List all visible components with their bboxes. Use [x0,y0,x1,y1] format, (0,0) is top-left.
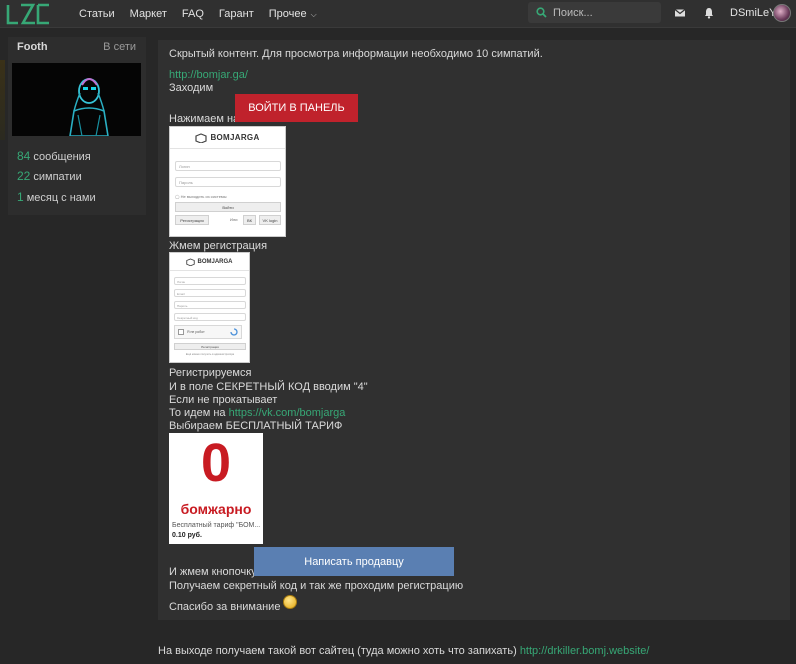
tile-brand: бомжарно [180,501,252,517]
nav-other[interactable]: Прочее ⌵ [269,8,332,20]
text-choose: Выбираем БЕСПЛАТНЫЙ ТАРИФ [169,420,343,432]
tile-description: Бесплатный тариф "БОМ... [172,522,261,529]
text-register: Жмем регистрация [169,240,268,252]
shot1-register-button: Регистрация [175,215,209,225]
shot1-brand: BOMJARGA [210,133,260,142]
shot1-header: BOMJARGA [170,127,285,149]
text-press-on: Нажимаем на [169,113,240,125]
link-bomjar[interactable]: http://bomjar.ga/ [169,69,248,81]
main-nav: Статьи Маркет FAQ Гарант Прочее ⌵ [79,0,347,28]
search-box[interactable] [528,2,661,23]
post-content: Скрытый контент. Для просмотра информаци… [158,40,790,620]
shot2-field-label: Секретный код [177,316,198,320]
nav-articles[interactable]: Статьи [79,8,115,20]
search-icon [536,7,547,18]
tile-zero: 0 [200,433,232,493]
shot1-vk-button: ВК [243,215,256,225]
checkbox-icon [178,329,184,335]
stat-messages-label: сообщения [33,151,91,163]
write-seller-button[interactable]: Написать продавцу [254,547,454,576]
shot1-remember: ◯ Не выходить из системы [175,194,227,199]
shot2-brand: BOMJARGA [197,258,233,265]
online-status: В сети [103,41,136,53]
text-thanks: Спасибо за внимание [169,601,281,613]
shot1-password-field: Пароль [175,177,281,187]
stat-messages-count: 84 [17,149,31,163]
nav-faq[interactable]: FAQ [182,8,204,20]
shot2-field: Email [174,289,246,297]
username[interactable]: DSmiLeY [730,7,776,19]
shot2-field-label: Пароль [177,304,188,308]
stat-membership: 1 месяц с нами [17,190,96,204]
login-screenshot[interactable]: BOMJARGA Логин Пароль ◯ Не выходить из с… [169,126,286,237]
text-goto-label: То идем на [169,407,226,419]
stat-likes[interactable]: 22 симпатии [17,169,82,183]
box-logo-icon [186,258,196,266]
shot2-field-label: Email [177,292,185,296]
shot1-enter-button: Войти [175,202,281,212]
author-name[interactable]: Footh [17,41,48,53]
panel-login-button[interactable]: ВОЙТИ В ПАНЕЛЬ [235,94,358,122]
shot1-login-field: Логин [175,161,281,171]
shot2-footer: Ещё можно получить в администратора [185,353,235,356]
text-fail: Если не прокатывает [169,394,278,406]
register-screenshot[interactable]: BOMJARGA Логин Email Пароль Секретный ко… [169,252,250,363]
top-navbar: Статьи Маркет FAQ Гарант Прочее⌵ DSmiLeY [0,0,796,28]
chevron-down-icon: ⌵ [310,10,317,19]
site-logo[interactable] [6,3,50,25]
shot1-password-label: Пароль [179,180,193,185]
author-avatar[interactable] [12,63,141,136]
free-plan-tile[interactable]: 0 бомжарно Бесплатный тариф "БОМ... 0.10… [169,433,263,544]
footer-text: На выходе получаем такой вот сайтец (туд… [158,645,517,657]
stat-likes-count: 22 [17,169,31,183]
tile-price: 0.10 руб. [172,532,202,539]
shot2-captcha-label: Я не робот [187,330,205,334]
shot1-vklogin-button: VK login [259,215,281,225]
smile-emoji-icon [283,595,297,609]
user-avatar[interactable] [773,4,791,22]
shot1-login-label: Логин [179,164,190,169]
stat-membership-count: 1 [17,190,24,204]
text-get-code: Получаем секретный код и так же проходим… [169,580,464,592]
text-enter: Заходим [169,82,214,94]
shot2-field: Пароль [174,301,246,309]
text-press-button: И жмем кнопочку [169,566,257,578]
shot2-submit: Регистрация [174,343,246,350]
text-registering: Регистрируемся [169,367,252,379]
shot2-header: BOMJARGA [170,253,249,271]
nav-other-label: Прочее [268,8,307,20]
stat-messages[interactable]: 84 сообщения [17,149,91,163]
stat-membership-label: месяц с нами [26,192,96,204]
bell-icon[interactable] [703,7,715,19]
text-goto: То идем на https://vk.com/bomjarga [169,407,345,419]
shot2-captcha: Я не робот [174,325,242,339]
link-site[interactable]: http://drkiller.bomj.website/ [520,645,650,657]
background-edge [0,60,5,140]
mail-icon[interactable] [674,7,686,19]
shot2-field-label: Логин [177,280,186,284]
shot1-or: Или [230,217,238,222]
user-card: Footh В сети 84 сообщения 22 симпатии 1 мес… [8,37,146,215]
stat-likes-label: симпатии [33,171,82,183]
nav-guarantee[interactable]: Гарант [219,8,254,20]
avatar-image [12,63,141,136]
text-secret-code: И в поле СЕКРЕТНЫЙ КОД вводим "4" [169,381,368,393]
box-logo-icon [195,132,208,143]
footer-line: На выходе получаем такой вот сайтец (туд… [158,645,649,657]
shot2-field: Секретный код [174,313,246,321]
nav-market[interactable]: Маркет [130,8,167,20]
shot2-field: Логин [174,277,246,285]
link-vk[interactable]: https://vk.com/bomjarga [229,407,346,419]
shot1-remember-label: Не выходить из системы [180,194,227,199]
recaptcha-icon [230,328,238,336]
hidden-content-notice: Скрытый контент. Для просмотра информаци… [169,48,543,60]
search-input[interactable] [553,6,653,19]
